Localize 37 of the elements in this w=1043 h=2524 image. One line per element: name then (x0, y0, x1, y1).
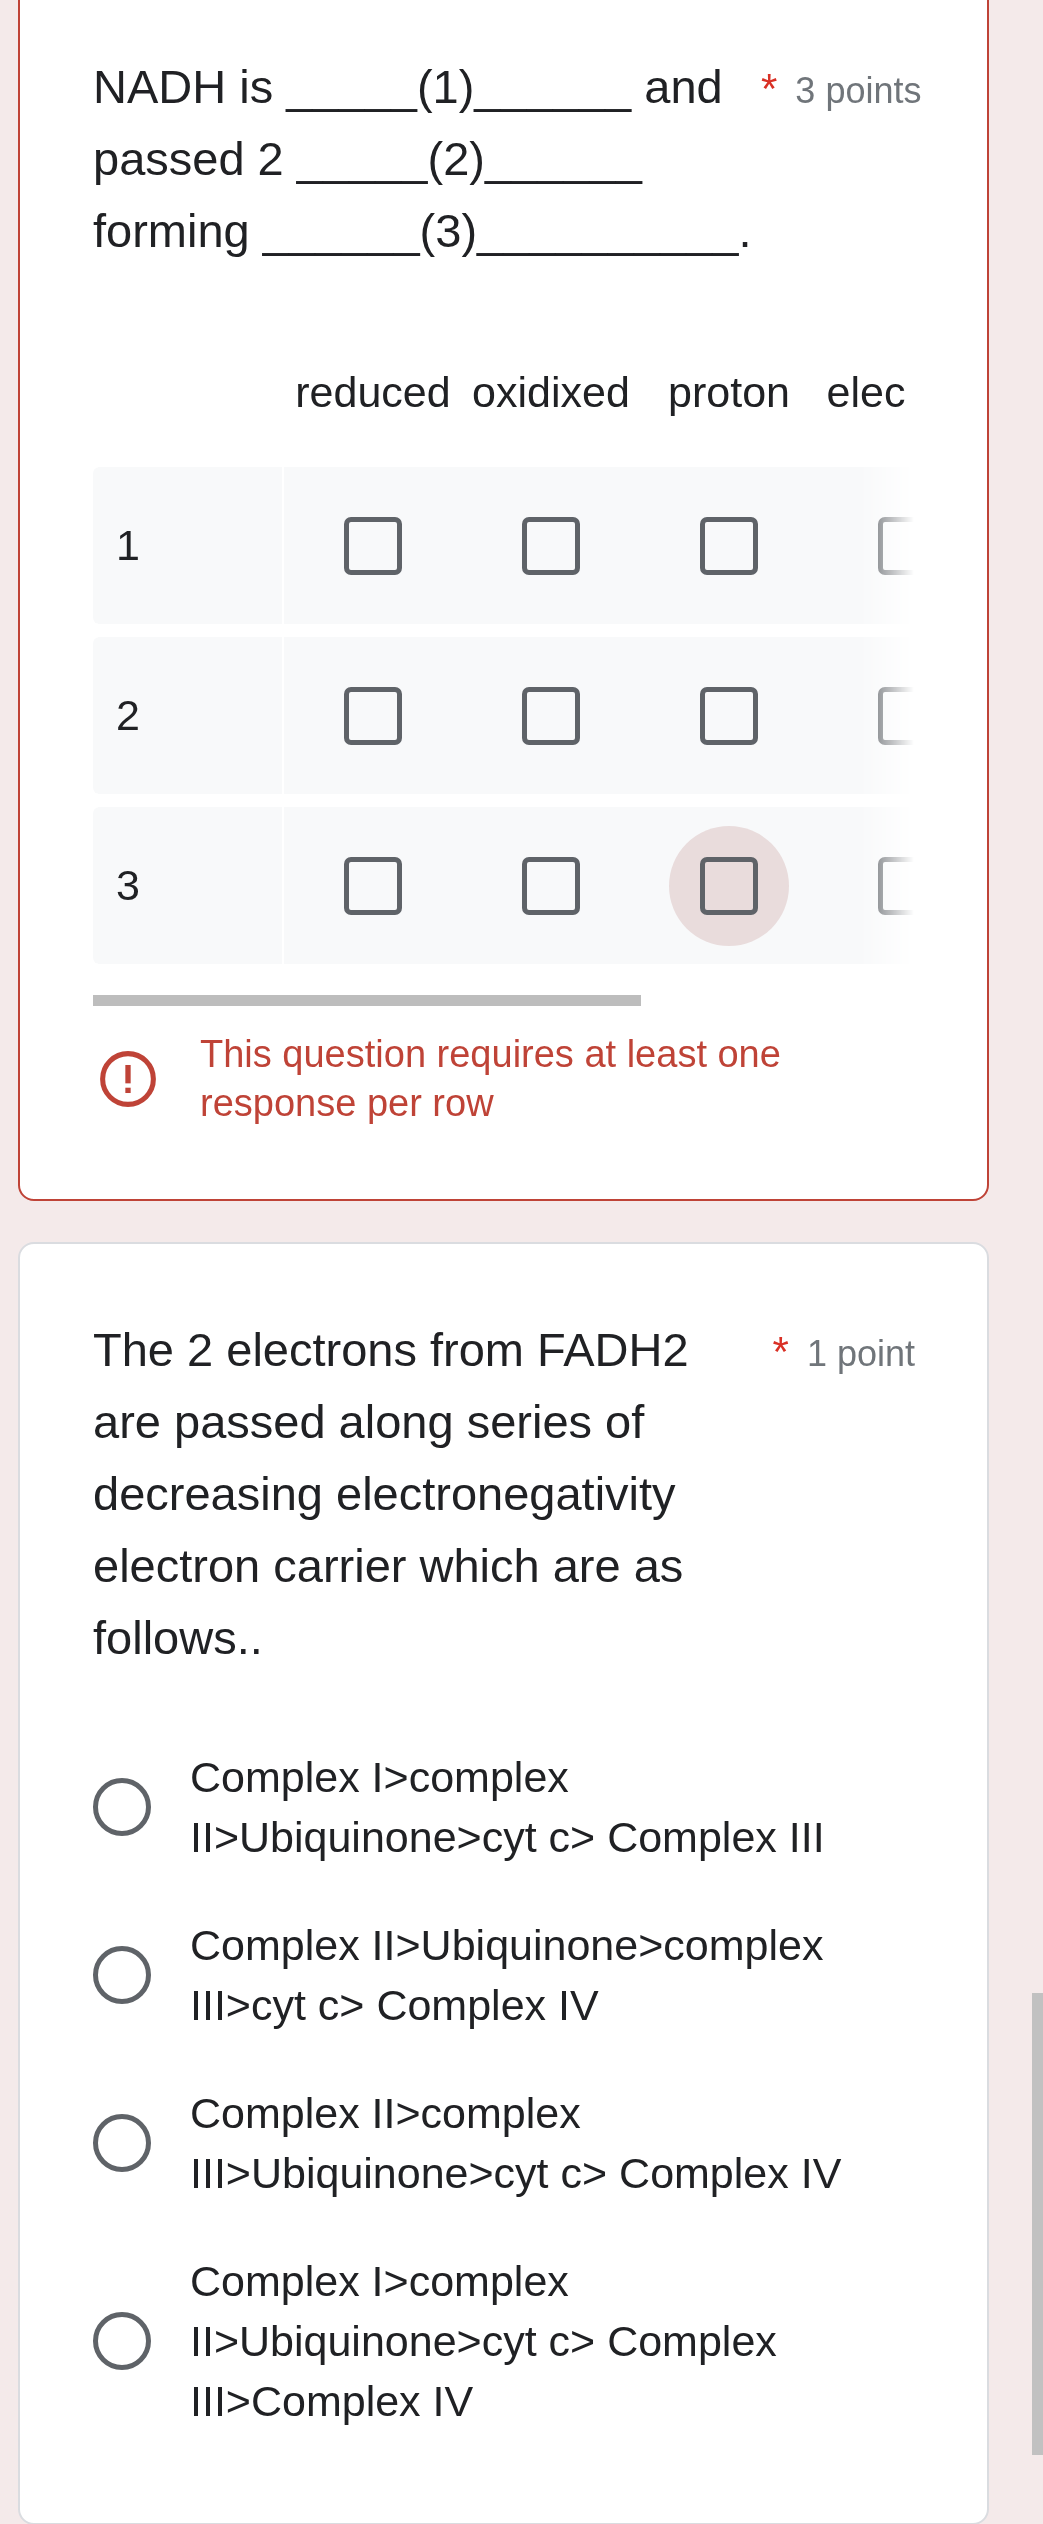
option-label: Complex I>complex II>Ubiquinone>cyt c> Complex III>Complex IV (190, 2256, 778, 2427)
error-icon (99, 1050, 157, 1108)
checkbox[interactable] (878, 856, 914, 915)
checkbox[interactable] (522, 686, 580, 745)
option-label: Complex II>Ubiquinone>complex III>cyt c> Complex IV (190, 1920, 825, 2031)
row-label: 2 (93, 637, 284, 794)
error-message: This question requires at least one response per row (200, 1032, 782, 1126)
required-asterisk: * (761, 68, 778, 110)
scrollbar-thumb[interactable] (1032, 1993, 1043, 2455)
option-label: Complex I>complex II>Ubiquinone>cyt c> Complex III (190, 1752, 826, 1863)
radio-button[interactable] (93, 1778, 151, 1836)
required-asterisk: * (772, 1331, 789, 1373)
radio-button[interactable] (93, 2312, 151, 2370)
checkbox[interactable] (344, 516, 402, 575)
question-text: NADH is _____(1)______ and passed 2 _____(2)______ forming ______(3)__________. (93, 59, 753, 259)
radio-button[interactable] (93, 1946, 151, 2004)
checkbox[interactable] (878, 686, 914, 745)
checkbox[interactable] (700, 856, 758, 915)
row-label: 1 (93, 467, 284, 624)
radio-button[interactable] (93, 2114, 151, 2172)
column-header: reduced (295, 367, 451, 418)
checkbox[interactable] (700, 516, 758, 575)
column-header: proton (668, 367, 790, 418)
row-label: 3 (93, 807, 284, 964)
checkbox[interactable] (522, 516, 580, 575)
checkbox[interactable] (522, 856, 580, 915)
points-label: 1 point (806, 1332, 915, 1376)
checkbox[interactable] (344, 686, 402, 745)
checkbox[interactable] (344, 856, 402, 915)
question-text: The 2 electrons from FADH2 are passed along series of decreasing electronegativity electron carrier which are as follows.. (93, 1322, 690, 1666)
checkbox[interactable] (878, 516, 914, 575)
horizontal-scrollbar-thumb[interactable] (93, 995, 641, 1006)
column-header: elec (826, 367, 906, 418)
column-header: oxidixed (472, 367, 630, 418)
option-label: Complex II>complex III>Ubiquinone>cyt c> Complex IV (190, 2088, 843, 2199)
points-label: 3 points (795, 69, 922, 113)
checkbox[interactable] (700, 686, 758, 745)
